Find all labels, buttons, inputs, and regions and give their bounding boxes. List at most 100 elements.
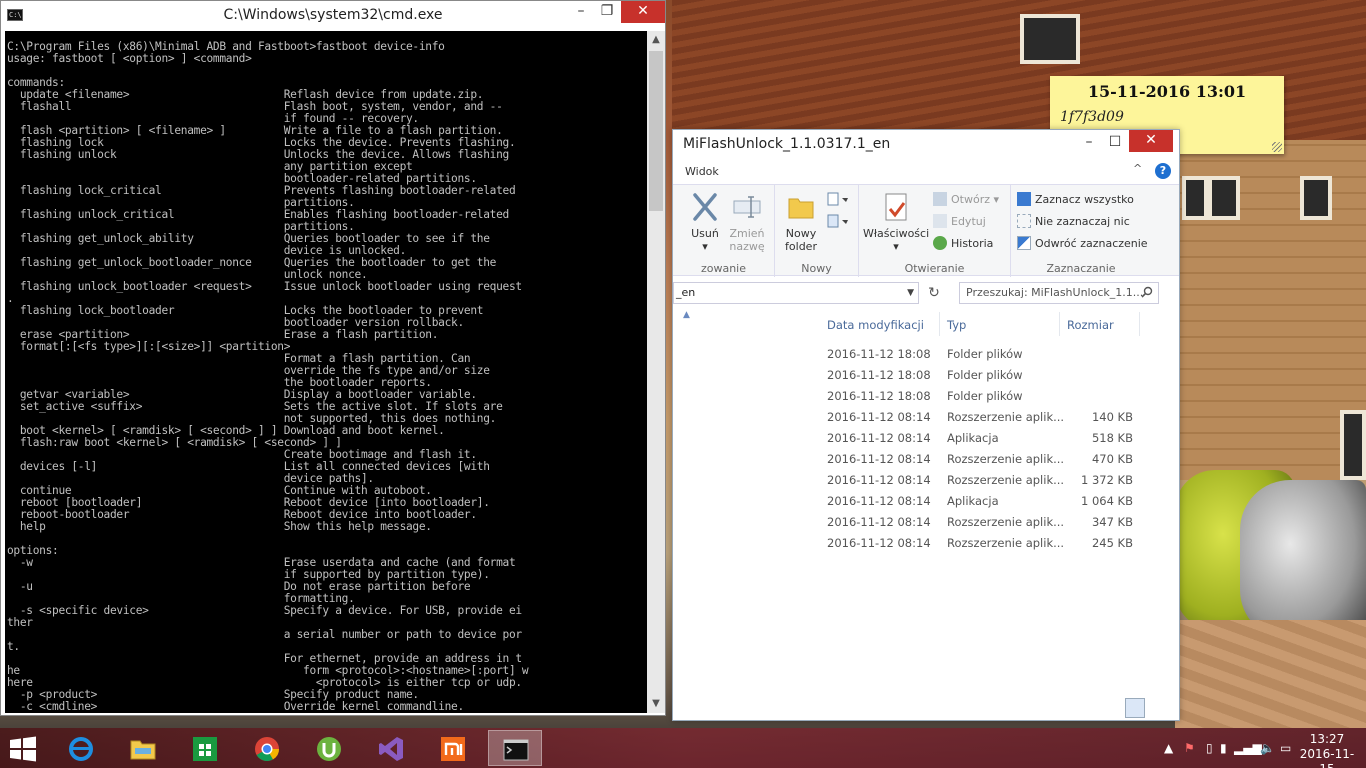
- group-label-organize: zowanie: [700, 262, 747, 275]
- chevron-down-icon[interactable]: ▼: [907, 283, 914, 303]
- taskbar-mi[interactable]: [426, 730, 480, 766]
- file-date: 2016-11-12 08:14: [827, 473, 931, 487]
- file-row[interactable]: 2016-11-12 08:14 Rozszerzenie aplik... 140…: [673, 407, 1173, 428]
- help-icon[interactable]: ?: [1155, 163, 1171, 179]
- new-folder-button[interactable]: Nowy folder: [781, 191, 821, 253]
- explorer-title-bar[interactable]: MiFlashUnlock_1.1.0317.1_en – ☐ ✕: [673, 130, 1179, 158]
- tab-view[interactable]: Widok: [685, 165, 719, 178]
- sticky-note-text[interactable]: 1f7f3d09: [1060, 109, 1274, 125]
- history-button[interactable]: Historia: [933, 235, 993, 253]
- search-input[interactable]: Przeszukaj: MiFlashUnlock_1.1...: [959, 282, 1159, 304]
- usb-device-icon[interactable]: ▯: [1206, 741, 1213, 755]
- group-label-open: Otwieranie: [904, 262, 965, 275]
- column-divider[interactable]: [1059, 312, 1060, 336]
- network-signal-icon[interactable]: ▂▄▆: [1234, 741, 1262, 755]
- column-header-date[interactable]: Data modyfikacji: [827, 318, 924, 334]
- file-row[interactable]: 2016-11-12 08:14 Rozszerzenie aplik... 470…: [673, 449, 1173, 470]
- action-center-flag-icon[interactable]: ⚑: [1184, 741, 1195, 755]
- collapse-ribbon-icon[interactable]: ^: [1133, 162, 1142, 175]
- column-header-type[interactable]: Typ: [947, 318, 966, 334]
- new-folder-label-1: Nowy: [785, 227, 817, 240]
- explorer-maximize-button[interactable]: ☐: [1103, 132, 1127, 154]
- scroll-thumb[interactable]: [649, 51, 663, 211]
- properties-button[interactable]: Właściwości ▾: [863, 191, 929, 253]
- cmd-close-button[interactable]: ✕: [621, 1, 665, 23]
- easy-access-icon[interactable]: [827, 213, 849, 229]
- wallpaper-window: [1208, 176, 1240, 220]
- column-header-size[interactable]: Rozmiar: [1067, 318, 1114, 334]
- select-none-button[interactable]: Nie zaznaczaj nic: [1017, 213, 1130, 231]
- taskbar-clock[interactable]: 13:27 2016-11-15: [1296, 732, 1358, 768]
- details-view-icon[interactable]: [1125, 698, 1145, 718]
- address-bar[interactable]: _en ▼: [673, 282, 919, 304]
- new-item-icon[interactable]: [827, 191, 849, 207]
- cmd-restore-button[interactable]: ❐: [595, 1, 619, 23]
- file-type: Folder plików: [947, 347, 1023, 361]
- file-type: Rozszerzenie aplik...: [947, 452, 1065, 466]
- show-hidden-icons-icon[interactable]: ▲: [1164, 741, 1173, 755]
- battery-icon[interactable]: ▮: [1220, 741, 1227, 755]
- column-divider[interactable]: [1139, 312, 1140, 336]
- taskbar-file-explorer[interactable]: [116, 730, 170, 766]
- file-date: 2016-11-12 18:08: [827, 347, 931, 361]
- volume-icon[interactable]: 🔈: [1260, 741, 1275, 755]
- cmd-title-bar[interactable]: C:\ C:\Windows\system32\cmd.exe – ❐ ✕: [1, 1, 665, 31]
- taskbar-cmd[interactable]: [488, 730, 542, 766]
- file-size: 347 KB: [1091, 515, 1133, 529]
- file-date: 2016-11-12 08:14: [827, 494, 931, 508]
- select-all-icon: [1017, 192, 1031, 206]
- scroll-down-icon[interactable]: ▼: [647, 695, 665, 713]
- file-row[interactable]: 2016-11-12 08:14 Aplikacja 518 KB: [673, 428, 1173, 449]
- explorer-window[interactable]: MiFlashUnlock_1.1.0317.1_en – ☐ ✕ Widok …: [672, 129, 1180, 721]
- file-size: 518 KB: [1091, 431, 1133, 445]
- clock-date: 2016-11-15: [1299, 747, 1355, 768]
- windows-start-icon[interactable]: [8, 736, 38, 762]
- file-row[interactable]: 2016-11-12 08:14 Rozszerzenie aplik... 347…: [673, 512, 1173, 533]
- taskbar-ie[interactable]: [54, 730, 108, 766]
- file-type: Folder plików: [947, 368, 1023, 382]
- open-button[interactable]: Otwórz ▾: [933, 191, 999, 209]
- file-row[interactable]: 2016-11-12 08:14 Rozszerzenie aplik... 1 3…: [673, 470, 1173, 491]
- taskbar-utorrent[interactable]: [302, 730, 356, 766]
- invert-selection-label: Odwróć zaznaczenie: [1035, 237, 1148, 250]
- select-all-button[interactable]: Zaznacz wszystko: [1017, 191, 1134, 209]
- file-date: 2016-11-12 08:14: [827, 431, 931, 445]
- cmd-console[interactable]: C:\Program Files (x86)\Minimal ADB and F…: [5, 31, 647, 713]
- taskbar-visual-studio[interactable]: [364, 730, 418, 766]
- cmd-window[interactable]: C:\ C:\Windows\system32\cmd.exe – ❐ ✕ C:…: [0, 0, 666, 716]
- select-all-label: Zaznacz wszystko: [1035, 193, 1134, 206]
- system-tray: ▲ ⚑ ▯ ▮ ▂▄▆ 🔈 ▭: [1160, 728, 1300, 768]
- file-row[interactable]: 2016-11-12 08:14 Rozszerzenie aplik... 245…: [673, 533, 1173, 554]
- properties-icon: [885, 193, 907, 221]
- language-icon[interactable]: ▭: [1280, 741, 1291, 755]
- file-row[interactable]: 2016-11-12 18:08 Folder plików: [673, 386, 1173, 407]
- search-icon[interactable]: [1141, 286, 1153, 298]
- cmd-scrollbar[interactable]: ▲ ▼: [647, 31, 665, 713]
- ie-icon: [69, 737, 93, 761]
- delete-button[interactable]: Usuń ▾: [685, 191, 725, 253]
- file-row[interactable]: 2016-11-12 18:08 Folder plików: [673, 365, 1173, 386]
- new-folder-label-2: folder: [785, 240, 817, 253]
- wallpaper-car-grey: [1240, 480, 1366, 640]
- explorer-minimize-button[interactable]: –: [1077, 132, 1101, 154]
- rename-button[interactable]: Zmień nazwę: [727, 191, 767, 253]
- cmd-minimize-button[interactable]: –: [569, 1, 593, 23]
- scroll-up-icon[interactable]: ▲: [647, 31, 665, 49]
- cmd-output-text: C:\Program Files (x86)\Minimal ADB and F…: [7, 40, 529, 713]
- explorer-close-button[interactable]: ✕: [1129, 130, 1173, 152]
- refresh-icon[interactable]: ↻: [923, 282, 945, 304]
- file-row[interactable]: 2016-11-12 18:08 Folder plików: [673, 344, 1173, 365]
- edit-button[interactable]: Edytuj: [933, 213, 986, 231]
- large-icons-view-icon[interactable]: [1147, 698, 1167, 718]
- sort-up-icon[interactable]: ▲: [683, 310, 690, 320]
- file-date: 2016-11-12 08:14: [827, 536, 931, 550]
- column-divider[interactable]: [939, 312, 940, 336]
- file-type: Aplikacja: [947, 494, 999, 508]
- resize-grip-icon[interactable]: [1272, 142, 1282, 152]
- file-row[interactable]: 2016-11-12 08:14 Aplikacja 1 064 KB: [673, 491, 1173, 512]
- taskbar-store[interactable]: [178, 730, 232, 766]
- sticky-note-date: 15-11-2016 13:01: [1087, 82, 1247, 101]
- invert-selection-button[interactable]: Odwróć zaznaczenie: [1017, 235, 1148, 253]
- delete-icon: [693, 193, 717, 221]
- taskbar-chrome[interactable]: [240, 730, 294, 766]
